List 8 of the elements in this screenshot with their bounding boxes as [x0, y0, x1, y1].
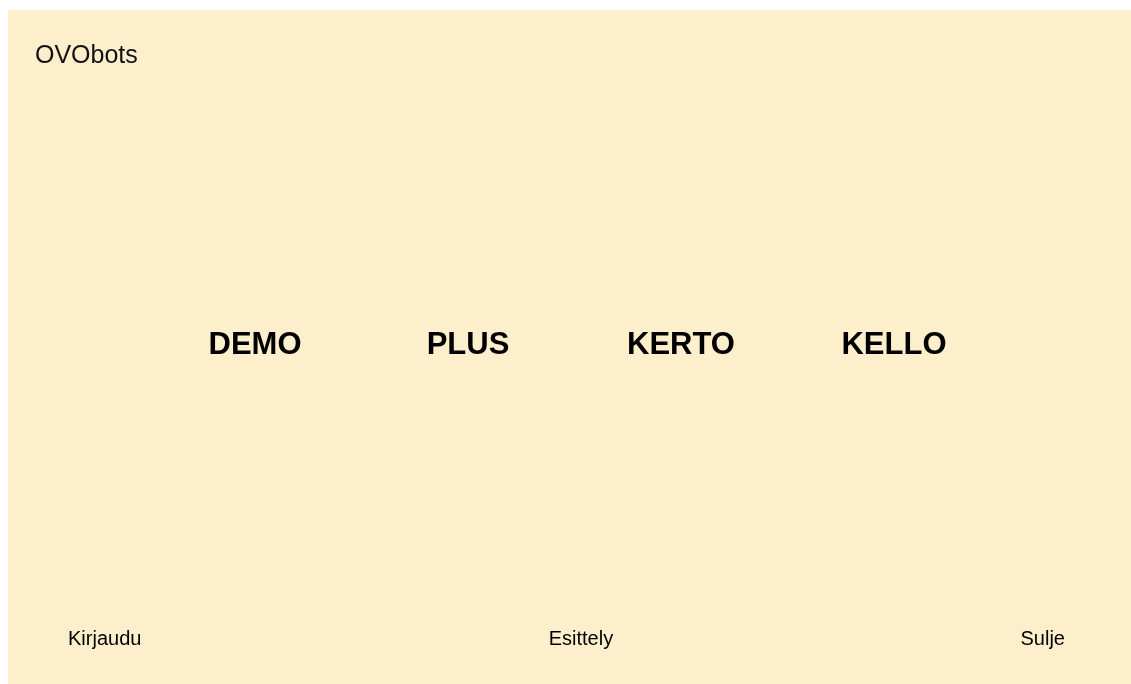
mode-link[interactable]: DEMO — [208, 326, 302, 362]
mode-link[interactable]: KELLO — [841, 326, 947, 362]
mode-link[interactable]: PLUS — [426, 326, 510, 362]
footer-link[interactable]: Sulje — [1020, 627, 1065, 650]
mode-link[interactable]: KERTO — [627, 326, 735, 362]
footer-link[interactable]: Esittely — [548, 627, 614, 650]
footer-link[interactable]: Kirjaudu — [68, 627, 142, 650]
app-title: OVObots — [35, 40, 138, 69]
